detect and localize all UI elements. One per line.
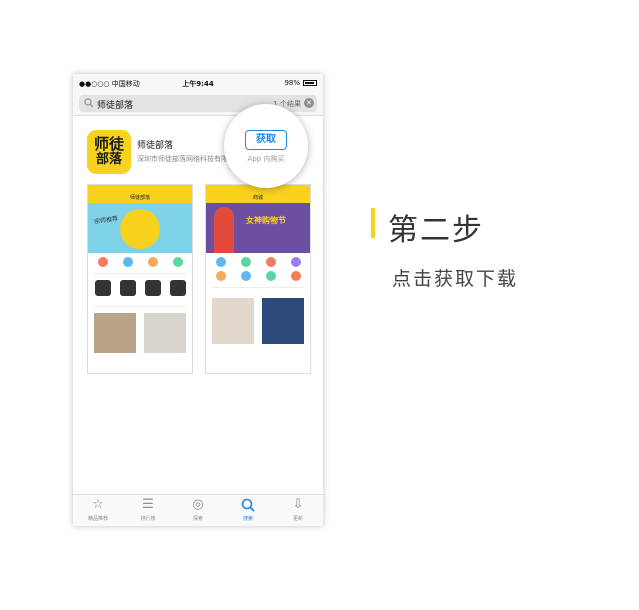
download-icon: ⇩ <box>292 497 304 512</box>
category-icons <box>206 267 310 281</box>
tab-label: 探索 <box>192 516 203 522</box>
category-icon <box>290 257 301 267</box>
screenshot-2-banner: 女神购物节 <box>206 203 310 253</box>
divider <box>94 306 186 307</box>
divider <box>94 273 186 274</box>
category-icon <box>97 257 108 267</box>
category-icon <box>147 257 158 267</box>
category-icon <box>240 257 251 267</box>
tab-charts[interactable]: ☰ 排行榜 <box>123 495 173 526</box>
step-accent-bar <box>371 208 375 238</box>
category-icon <box>172 257 183 267</box>
product-photo <box>212 298 254 344</box>
mini-nav-title: 商城 <box>206 193 310 203</box>
category-icon <box>122 257 133 267</box>
tab-explore[interactable]: ◎ 探索 <box>173 495 223 526</box>
banner-figure <box>214 207 234 253</box>
tab-bar: ☆ 精品推荐 ☰ 排行榜 ◎ 探索 搜索 ⇩ 更新 <box>73 494 323 526</box>
thumbnail <box>144 280 161 296</box>
thumbnail <box>119 280 136 296</box>
tab-search[interactable]: 搜索 <box>223 495 273 526</box>
in-app-purchase-note: App 内购买 <box>247 155 285 163</box>
banner-circle <box>120 209 160 249</box>
category-icon <box>290 271 301 281</box>
app-icon-text-top: 师徒 <box>93 135 124 153</box>
tab-label: 排行榜 <box>140 516 156 522</box>
product-photo <box>144 313 186 353</box>
screenshot-2[interactable]: 商城 女神购物节 <box>205 184 311 374</box>
mini-nav-title: 师徒部落 <box>88 193 192 203</box>
step-description: 点击获取下载 <box>392 268 519 290</box>
compass-icon: ◎ <box>192 497 204 512</box>
photo-row <box>206 290 310 348</box>
screenshot-1[interactable]: 师徒部落 宗师推荐 <box>87 184 193 374</box>
tab-label: 更新 <box>292 516 303 522</box>
category-icon <box>215 271 226 281</box>
app-screenshots[interactable]: 师徒部落 宗师推荐 商城 女神购物节 <box>87 184 311 374</box>
mini-status-bar <box>88 185 192 193</box>
tab-updates[interactable]: ⇩ 更新 <box>273 495 323 526</box>
clear-search-button[interactable]: ✕ <box>304 98 314 108</box>
app-icon[interactable]: 师徒 部落 <box>87 130 131 174</box>
thumbnail-row <box>88 276 192 300</box>
step-title: 第二步 <box>388 213 484 248</box>
search-icon <box>84 98 94 108</box>
battery-icon <box>303 80 317 86</box>
thumbnail <box>169 280 186 296</box>
category-icon <box>265 271 276 281</box>
app-name[interactable]: 师徒部落 <box>137 138 173 151</box>
get-button-magnifier: 获取 App 内购买 <box>224 104 308 188</box>
category-icon <box>215 257 226 267</box>
status-right: 98% <box>284 79 317 87</box>
screenshot-1-banner: 宗师推荐 <box>88 203 192 253</box>
tab-featured[interactable]: ☆ 精品推荐 <box>73 495 123 526</box>
get-button[interactable]: 获取 <box>245 130 287 150</box>
photo-row <box>88 309 192 357</box>
category-icons <box>88 253 192 267</box>
category-icons <box>206 253 310 267</box>
tab-label: 精品推荐 <box>87 516 108 522</box>
product-photo <box>262 298 304 344</box>
category-icon <box>265 257 276 267</box>
star-icon: ☆ <box>92 497 104 512</box>
banner-text: 宗师推荐 <box>93 215 119 226</box>
category-icon <box>240 271 251 281</box>
app-icon-text-bottom: 部落 <box>95 152 122 167</box>
divider <box>212 287 304 288</box>
list-icon: ☰ <box>142 497 154 512</box>
banner-text: 女神购物节 <box>246 216 286 225</box>
thumbnail <box>94 280 111 296</box>
status-bar: ●●○○○ 中国移动 上午9:44 98% <box>73 74 323 92</box>
search-icon <box>241 498 255 512</box>
tab-label: 搜索 <box>242 516 253 522</box>
search-query: 师徒部落 <box>97 101 134 111</box>
battery-percent: 98% <box>284 79 300 87</box>
product-photo <box>94 313 136 353</box>
